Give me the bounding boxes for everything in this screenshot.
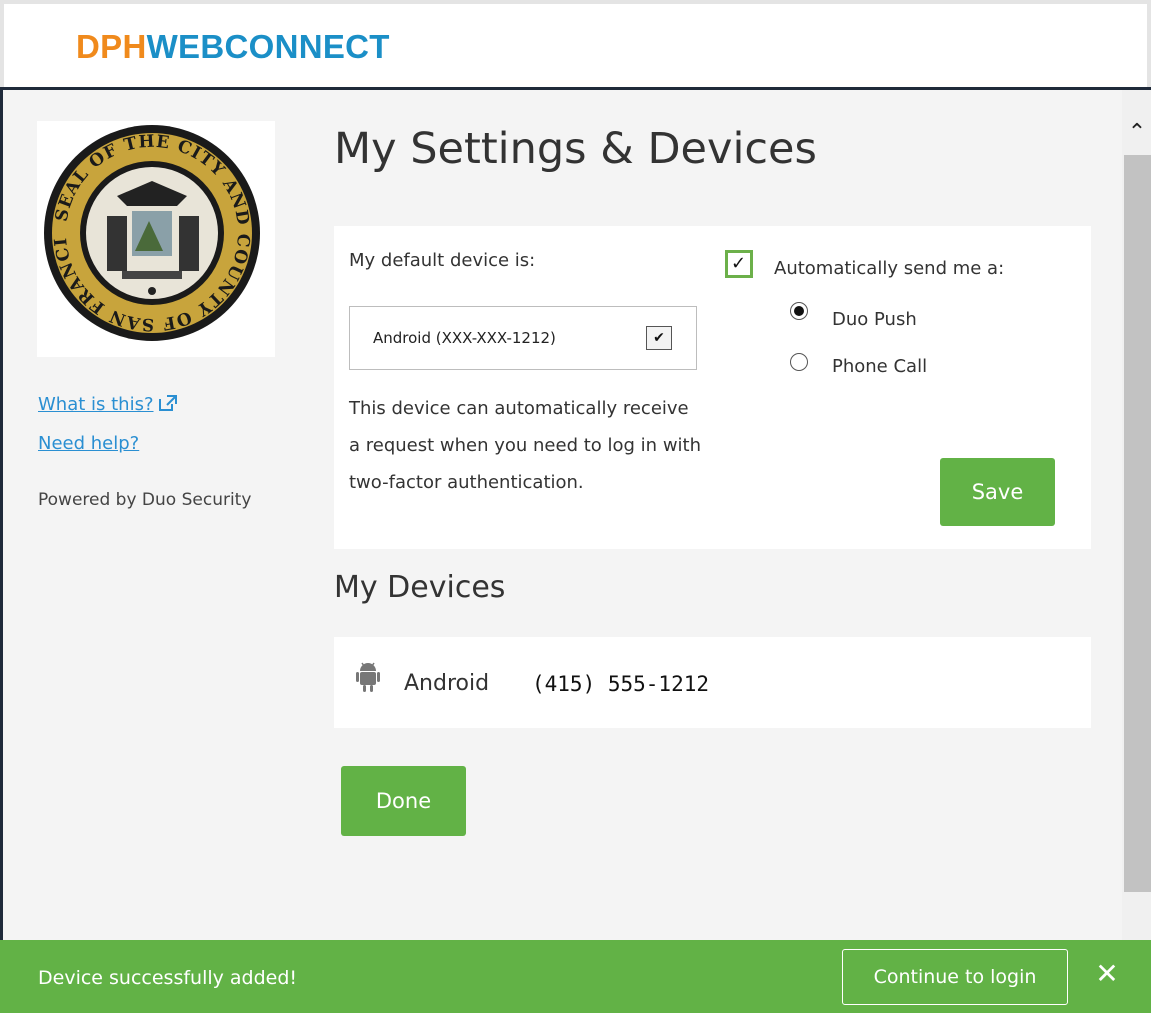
save-button[interactable]: Save — [940, 458, 1055, 526]
chevron-down-icon: ✔ — [646, 326, 672, 350]
brand-part-dph: DPH — [76, 28, 147, 65]
device-number: (415) 555-1212 — [532, 672, 710, 696]
city-seal-logo: SEAL OF THE CITY AND COUNTY OF SAN FRANC… — [29, 106, 275, 357]
device-description: This device can automatically receive a … — [349, 398, 702, 493]
my-devices-title: My Devices — [334, 570, 506, 605]
device-type: Android — [404, 671, 490, 696]
page-title: My Settings & Devices — [334, 124, 817, 174]
default-device-label: My default device is: — [349, 250, 536, 271]
android-icon — [356, 662, 380, 692]
device-row: Android (415) 555-1212 — [334, 637, 1091, 728]
continue-to-login-button[interactable]: Continue to login — [842, 949, 1068, 1005]
top-bar: DPHWEBCONNECT — [0, 0, 1151, 87]
need-help-link[interactable]: Need help? — [38, 433, 139, 454]
auto-send-label: Automatically send me a: — [774, 258, 1005, 279]
settings-card: My default device is: Android (XXX-XXX-1… — [334, 226, 1091, 549]
default-device-value: Android (XXX-XXX-1212) — [373, 329, 556, 347]
brand-part-webconnect: WEBCONNECT — [146, 28, 390, 65]
radio-duo-push[interactable] — [790, 302, 808, 320]
powered-by-text: Powered by Duo Security — [38, 490, 252, 510]
radio-label-phone-call: Phone Call — [832, 356, 928, 377]
banner-message: Device successfully added! — [38, 967, 298, 989]
brand-logo: DPHWEBCONNECT — [76, 28, 390, 66]
radio-selected-dot — [794, 306, 804, 316]
external-link-icon — [158, 395, 177, 411]
default-device-select[interactable]: Android (XXX-XXX-1212) ✔ — [349, 306, 697, 370]
radio-phone-call[interactable] — [790, 353, 808, 371]
auto-send-checkbox[interactable]: ✓ — [725, 250, 753, 278]
done-button[interactable]: Done — [341, 766, 466, 836]
what-is-this-link[interactable]: What is this? — [38, 394, 178, 415]
scrollbar-thumb[interactable] — [1124, 155, 1151, 892]
close-icon[interactable]: ✕ — [1090, 957, 1124, 991]
scroll-up-icon[interactable]: ⌃ — [1124, 120, 1150, 146]
checkmark-icon: ✓ — [731, 253, 747, 274]
seal-icon: SEAL OF THE CITY AND COUNTY OF SAN FRANC… — [29, 106, 260, 341]
success-banner: Device successfully added! Continue to l… — [0, 940, 1151, 1013]
radio-label-duo-push: Duo Push — [832, 309, 917, 330]
